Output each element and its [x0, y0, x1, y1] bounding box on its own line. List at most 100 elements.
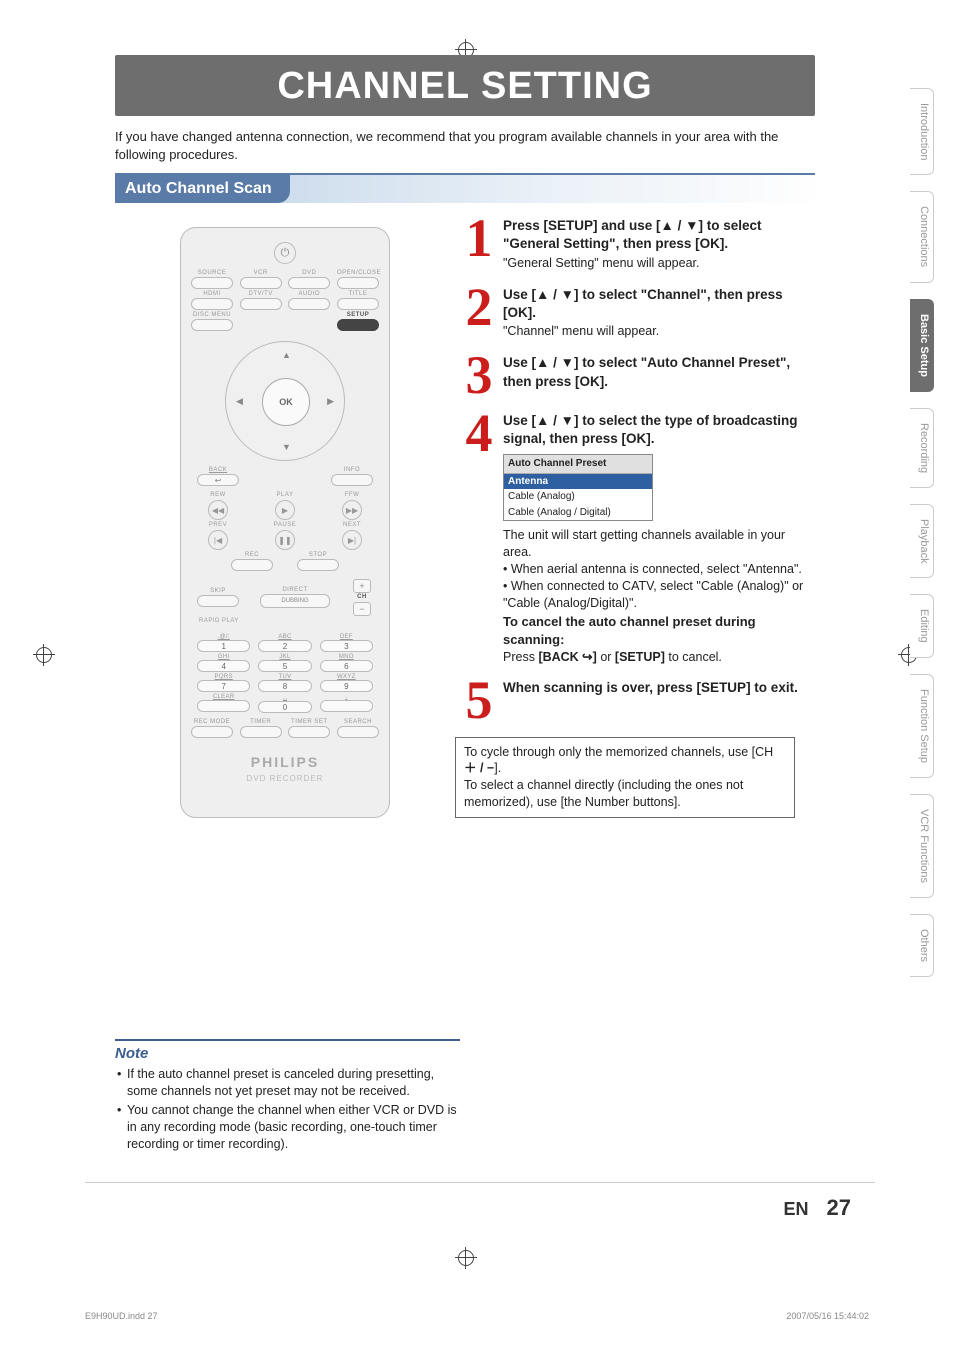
brand-logo: PHILIPS: [191, 754, 379, 770]
step-subtext: The unit will start getting channels ava…: [503, 527, 815, 561]
step-number: 4: [455, 412, 503, 455]
step-subtext: to cancel.: [668, 650, 722, 664]
numpad-cell: TUV8: [258, 674, 311, 692]
remote-label: VCR: [240, 270, 282, 276]
remote-label: PREV: [197, 522, 239, 528]
remote-label: STOP: [297, 552, 339, 558]
page-num: 27: [827, 1195, 851, 1221]
numpad-cell: .@/:1: [197, 634, 250, 652]
auto-channel-preset-menu: Auto Channel Preset AntennaCable (Analog…: [503, 454, 653, 521]
remote-back-label: BACK: [197, 467, 239, 473]
remote-label: NEXT: [331, 522, 373, 528]
step-bullet: When aerial antenna is connected, select…: [511, 562, 802, 576]
step-text: Use [: [503, 355, 536, 370]
step-5: 5 When scanning is over, press [SETUP] t…: [455, 679, 815, 722]
tips-box: To cycle through only the memorized chan…: [455, 737, 795, 819]
down-arrow-icon: ▼: [282, 442, 291, 452]
remote-label: TIMER: [240, 719, 282, 725]
up-down-arrows-icon: ▲ / ▼: [536, 287, 574, 302]
brand-subtitle: DVD RECORDER: [191, 774, 379, 783]
remote-label: TIMER SET: [288, 719, 330, 725]
numpad-cell: .: [320, 694, 373, 713]
page-lang: EN: [784, 1199, 809, 1220]
step-number: 5: [455, 679, 503, 722]
numpad-cell: ABC2: [258, 634, 311, 652]
side-tab-function-setup[interactable]: Function Setup: [910, 674, 934, 778]
remote-dubbing: DUBBING: [260, 594, 330, 608]
side-tab-connections[interactable]: Connections: [910, 191, 934, 282]
numpad-cell: PQRS7: [197, 674, 250, 692]
right-arrow-icon: ▶: [327, 396, 334, 407]
remote-label: REC MODE: [191, 719, 233, 725]
section-header-label: Auto Channel Scan: [115, 175, 290, 203]
tips-text: .: [498, 761, 501, 775]
menu-title: Auto Channel Preset: [504, 455, 652, 474]
ch-button-ref: [CH: [752, 745, 774, 759]
remote-label: TITLE: [337, 291, 379, 297]
step-subtext: "General Setting" menu will appear.: [503, 256, 699, 270]
up-down-arrows-icon: ▲ / ▼: [536, 355, 574, 370]
remote-label: RAPID PLAY: [199, 618, 379, 624]
remote-illustration: ⏻ SOURCE VCR DVD OPEN/CLOSE HDMI DTV/TV …: [180, 227, 390, 818]
remote-info-label: INFO: [331, 467, 373, 473]
side-tabs: Introduction Connections Basic Setup Record…: [910, 88, 934, 977]
number-buttons-ref: [the Number buttons]: [561, 795, 678, 809]
side-tab-basic-setup[interactable]: Basic Setup: [910, 299, 934, 392]
step-text: When scanning is over, press [SETUP] to …: [503, 680, 798, 695]
note-heading: Note: [115, 1045, 460, 1062]
page-title: CHANNEL SETTING: [115, 55, 815, 116]
remote-label: DISC MENU: [191, 312, 233, 318]
page-number: EN 27: [784, 1195, 852, 1221]
remote-ch-label: CH: [357, 594, 367, 600]
page-content: CHANNEL SETTING If you have changed ante…: [85, 55, 875, 1251]
step-text: Press [SETUP] and use [: [503, 218, 661, 233]
side-tab-introduction[interactable]: Introduction: [910, 88, 934, 175]
numpad-cell: MNO6: [320, 654, 373, 672]
remote-label: SEARCH: [337, 719, 379, 725]
cancel-heading: To cancel the auto channel preset during…: [503, 613, 815, 648]
print-timestamp: 2007/05/16 15:44:02: [786, 1311, 869, 1321]
remote-setup-label: SETUP: [337, 312, 379, 318]
numpad-cell: JKL5: [258, 654, 311, 672]
up-down-arrows-icon: ▲ / ▼: [536, 413, 574, 428]
side-tab-recording[interactable]: Recording: [910, 408, 934, 488]
step-text: Use [: [503, 413, 536, 428]
remote-label: SKIP: [197, 588, 239, 594]
remote-label: PLAY: [264, 492, 306, 498]
step-subtext: Press: [503, 650, 538, 664]
step-4: 4 Use [▲ / ▼] to select the type of broa…: [455, 412, 815, 666]
print-metadata: E9H90UD.indd 27 2007/05/16 15:44:02: [85, 1311, 869, 1321]
remote-setup-button: [337, 319, 379, 331]
note-block: Note If the auto channel preset is cance…: [115, 1039, 460, 1154]
plus-minus-icon: ＋ / −: [464, 761, 494, 775]
step-subtext: "Channel" menu will appear.: [503, 324, 659, 338]
remote-label: DIRECT: [260, 587, 330, 593]
step-number: 1: [455, 217, 503, 260]
tips-text: .: [677, 795, 680, 809]
step-1: 1 Press [SETUP] and use [▲ / ▼] to selec…: [455, 217, 815, 272]
menu-option: Antenna: [504, 474, 652, 490]
remote-label: DVD: [288, 270, 330, 276]
note-item: If the auto channel preset is canceled d…: [115, 1066, 460, 1100]
side-tab-playback[interactable]: Playback: [910, 504, 934, 579]
setup-button-ref: [SETUP]: [615, 650, 665, 664]
step-number: 2: [455, 286, 503, 329]
back-button-ref: [BACK: [538, 650, 582, 664]
side-tab-others[interactable]: Others: [910, 914, 934, 977]
side-tab-editing[interactable]: Editing: [910, 594, 934, 658]
remote-label: REC: [231, 552, 273, 558]
up-down-arrows-icon: ▲ / ▼: [661, 218, 699, 233]
side-tab-vcr-functions[interactable]: VCR Functions: [910, 794, 934, 898]
intro-paragraph: If you have changed antenna connection, …: [115, 128, 795, 163]
remote-label: FFW: [331, 492, 373, 498]
remote-label: PAUSE: [264, 522, 306, 528]
remote-label: REW: [197, 492, 239, 498]
note-item: You cannot change the channel when eithe…: [115, 1102, 460, 1153]
ok-button: OK: [262, 378, 310, 426]
step-3: 3 Use [▲ / ▼] to select "Auto Channel Pr…: [455, 354, 815, 397]
back-arrow-icon: ↩: [582, 649, 592, 666]
up-arrow-icon: ▲: [282, 350, 291, 360]
step-2: 2 Use [▲ / ▼] to select "Channel", then …: [455, 286, 815, 341]
remote-label: OPEN/CLOSE: [337, 270, 379, 276]
section-header: Auto Channel Scan: [115, 173, 815, 203]
